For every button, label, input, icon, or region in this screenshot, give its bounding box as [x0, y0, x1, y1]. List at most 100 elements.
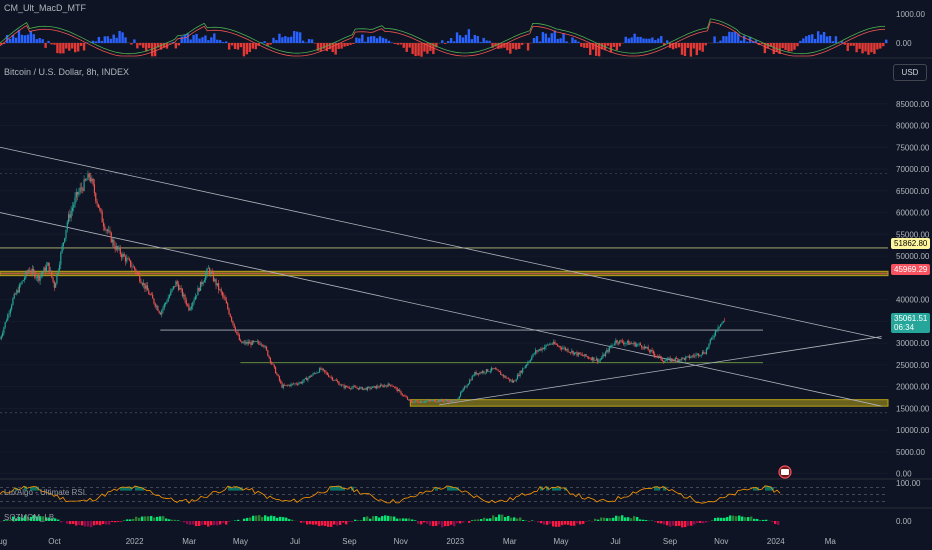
candle-body: [655, 355, 657, 357]
macd-line: [0, 18, 886, 55]
macd-histogram-bar: [461, 37, 465, 43]
macd-histogram-bar: [541, 32, 545, 43]
macd-histogram-bar: [121, 32, 124, 43]
candle-body: [431, 400, 433, 402]
price-tag-level-a[interactable]: 51862.80: [891, 238, 931, 249]
candle-body: [302, 381, 304, 384]
macd-histogram-bar: [657, 38, 660, 43]
sqz-bar: [354, 519, 357, 521]
sqz-bar: [360, 520, 363, 521]
sqz-bar: [660, 521, 663, 524]
candle-body: [205, 274, 207, 280]
candle-body: [696, 353, 698, 355]
macd-histogram-bar: [586, 43, 589, 48]
sqz-bar: [594, 518, 597, 521]
candle-body: [227, 303, 229, 309]
candle-body: [630, 343, 632, 344]
macd-histogram-bar: [535, 36, 539, 43]
candle-body: [388, 383, 391, 385]
macd-histogram-bar: [109, 38, 112, 43]
candle-body: [84, 179, 86, 181]
sqz-bar: [546, 521, 549, 525]
macd-histogram-bar: [41, 39, 44, 43]
sqz-bar: [417, 521, 420, 524]
sqz-bar: [429, 521, 432, 526]
candle-body: [155, 306, 158, 307]
candle-body: [313, 373, 315, 374]
candle-body: [330, 376, 332, 378]
sqz-bar: [744, 517, 747, 521]
candle-body: [608, 346, 610, 352]
macd-histogram-bar: [449, 37, 453, 43]
candle-body: [183, 294, 185, 297]
macd-histogram-bar: [62, 43, 65, 54]
chart-canvas[interactable]: 1000.00 0.00 85000.00 80000.00 75000.00 7000…: [0, 0, 932, 550]
sqz-bar: [573, 521, 576, 526]
candle-body: [427, 400, 429, 401]
macd-histogram-bar: [405, 43, 408, 52]
trendline: [0, 146, 882, 340]
macd-histogram-bar: [858, 43, 861, 49]
candle-body: [287, 384, 290, 386]
candle-body: [535, 350, 537, 354]
sqz-bar: [345, 521, 348, 525]
candle-body: [56, 273, 58, 284]
candle-body: [395, 387, 397, 388]
candle-body: [52, 277, 54, 282]
candle-body: [646, 346, 648, 348]
y-tick-label: 10000.00: [896, 426, 930, 435]
currency-button[interactable]: USD: [893, 64, 927, 81]
candle-body: [271, 362, 273, 364]
sqz-tick-label: 0.00: [896, 517, 912, 526]
sqz-bar: [276, 517, 279, 521]
candle-body: [333, 380, 335, 381]
macd-histogram-bar: [464, 34, 468, 43]
candle-body: [426, 400, 428, 402]
sqz-bar: [654, 521, 657, 523]
sqz-bar: [183, 521, 186, 523]
candle-body: [709, 339, 711, 344]
candle-body: [167, 297, 169, 302]
candle-body: [553, 341, 555, 345]
candle-body: [122, 253, 124, 258]
candle-body: [300, 382, 303, 384]
sqz-bar: [567, 521, 570, 525]
sqz-bar: [171, 519, 174, 521]
event-icon[interactable]: [778, 465, 792, 479]
macd-signal-line: [0, 21, 886, 57]
candle-body: [566, 349, 568, 351]
candle-body: [4, 322, 6, 328]
sqz-bar: [156, 516, 159, 521]
price-axis[interactable]: 85000.00 80000.00 75000.00 70000.00 65000.00…: [896, 100, 930, 479]
sqz-bar: [483, 517, 486, 521]
candle-body: [161, 310, 163, 315]
candle-body: [393, 387, 396, 388]
macd-histogram-bar: [210, 37, 213, 43]
macd-histogram-bar: [784, 43, 787, 51]
candle-body: [392, 386, 394, 388]
candle-body: [199, 281, 202, 291]
candle-body: [676, 358, 678, 359]
sqz-bar: [705, 521, 708, 523]
macd-histogram-bar: [106, 36, 109, 43]
candle-body: [669, 358, 671, 362]
candle-body: [528, 361, 530, 363]
candle-body: [547, 344, 550, 346]
price-tag-level-b[interactable]: 45969.29: [891, 264, 931, 275]
macd-histogram-bar: [198, 38, 201, 43]
candle-body: [218, 283, 220, 290]
candle-body: [448, 401, 450, 403]
macd-histogram-bar: [822, 31, 826, 43]
candle-body: [210, 272, 212, 275]
candle-body: [518, 374, 520, 376]
macd-histogram-bar: [482, 37, 485, 43]
candle-body: [494, 368, 497, 370]
candle-body: [498, 371, 500, 373]
macd-histogram-bar: [343, 43, 346, 47]
candle-body: [545, 344, 547, 348]
candle-body: [555, 344, 557, 345]
sqz-bar: [264, 515, 267, 521]
price-tag-current[interactable]: 35061.51 06:34: [891, 313, 931, 333]
time-axis[interactable]: Aug Oct 2022 Mar May Jul Sep Nov 2023 Mar May Jul Se…: [0, 537, 836, 546]
sqz-bar: [369, 518, 372, 521]
